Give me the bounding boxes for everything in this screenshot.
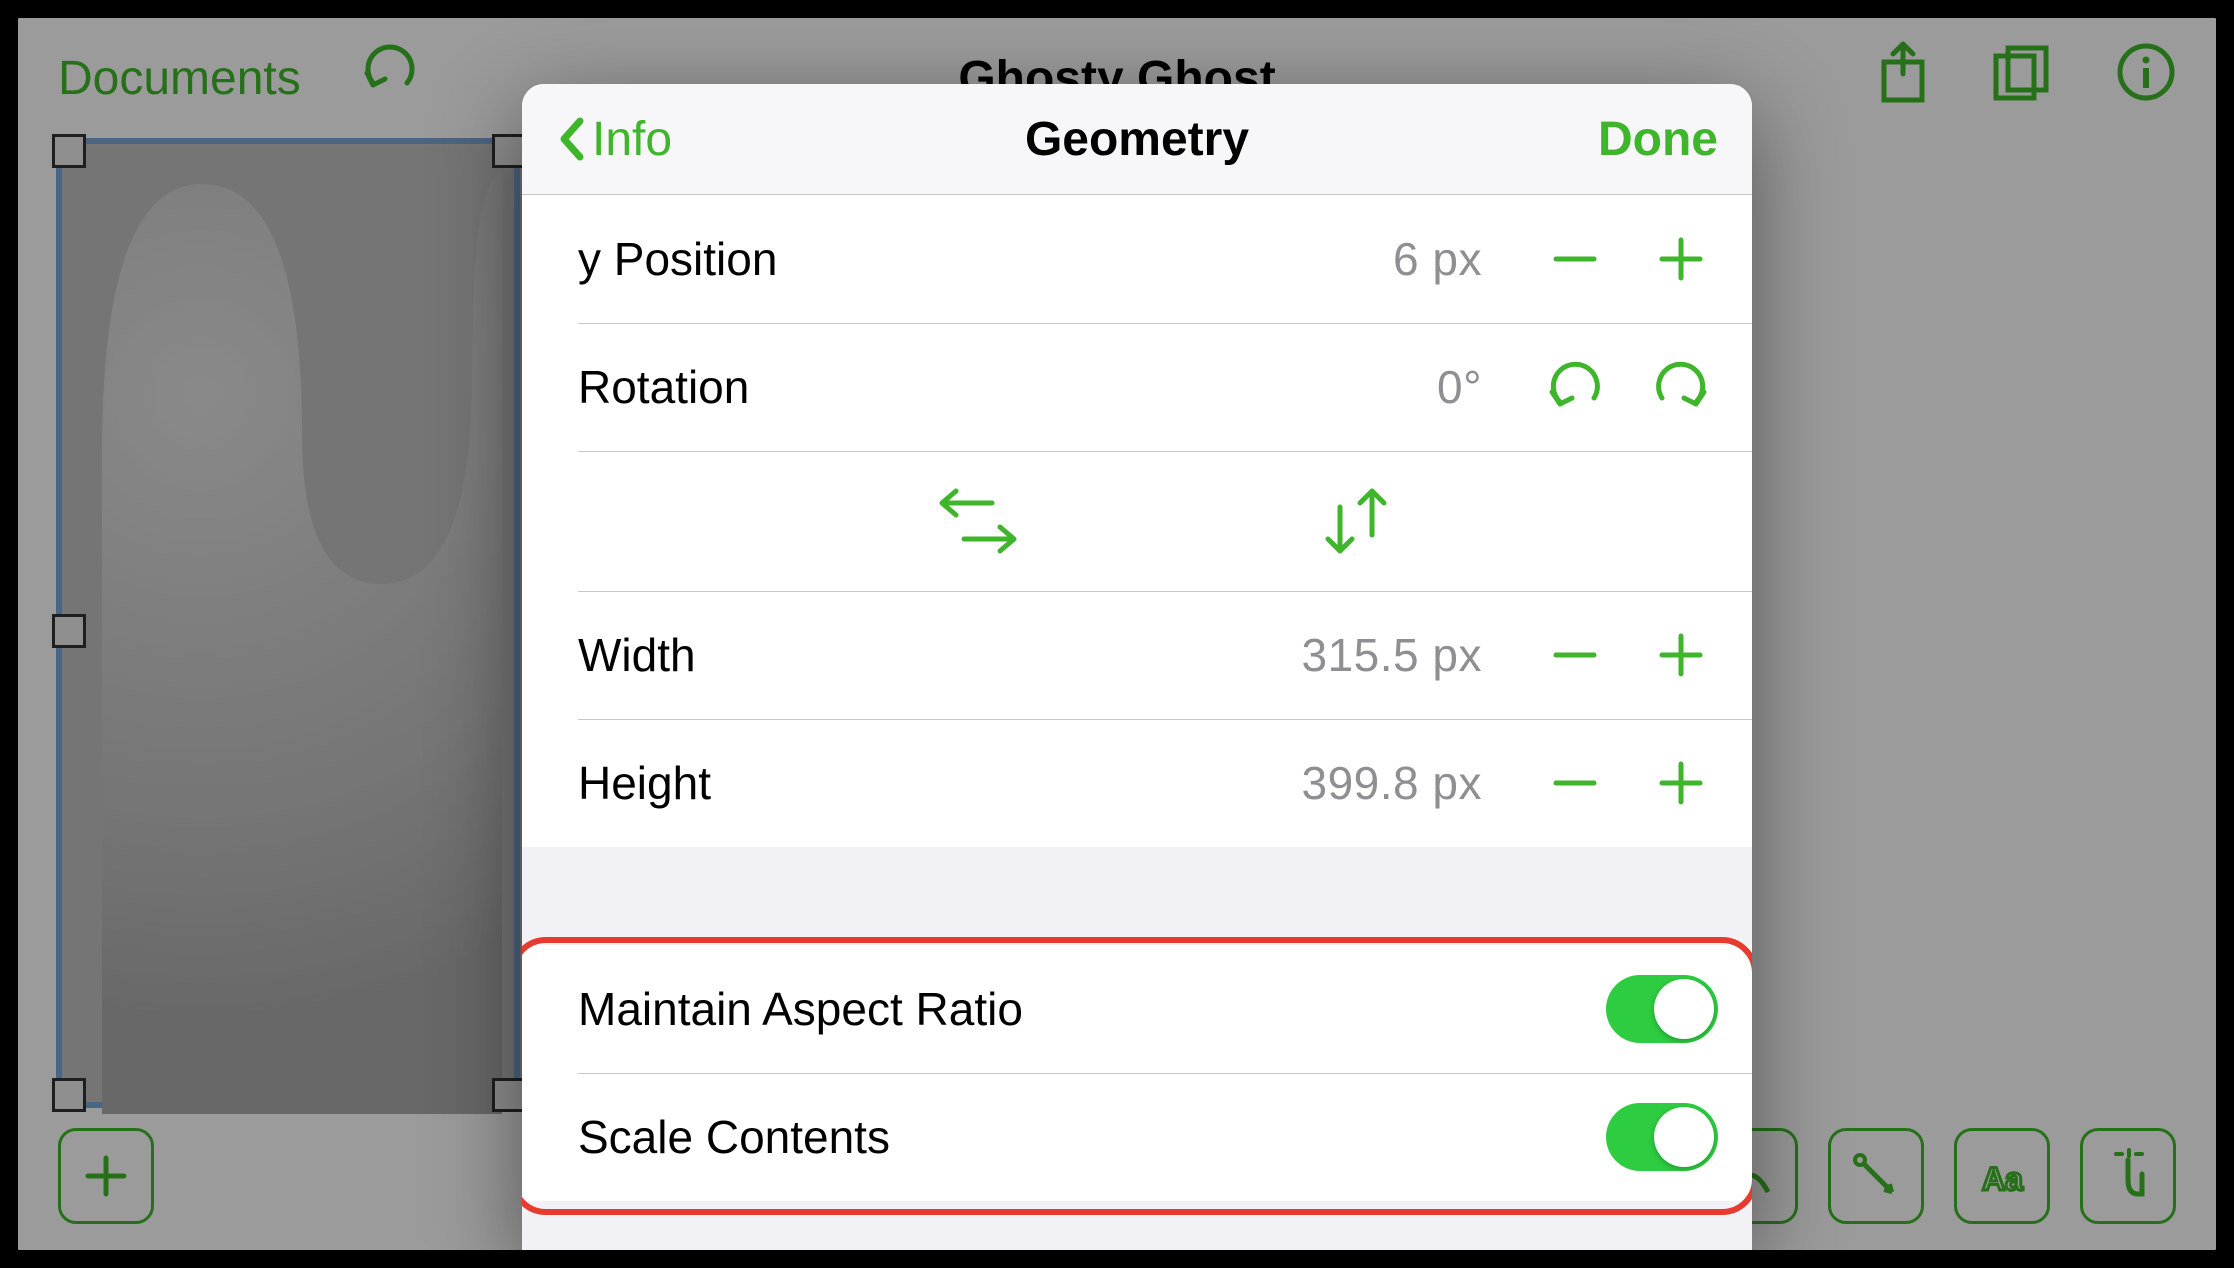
rotate-cw-icon <box>1652 358 1710 416</box>
geometry-inspector-popover: Info Geometry Done y Position 6 px <box>522 84 1752 1250</box>
text-tool-button[interactable]: Aa <box>1954 1128 2050 1224</box>
height-decrement[interactable] <box>1538 746 1612 820</box>
resize-handle-bl[interactable] <box>52 1078 86 1112</box>
resize-handle-ml[interactable] <box>52 614 86 648</box>
row-width: Width 315.5 px <box>522 591 1752 719</box>
popover-header: Info Geometry Done <box>522 84 1752 195</box>
row-y-position: y Position 6 px <box>522 195 1752 323</box>
minus-icon <box>1546 754 1604 812</box>
row-height: Height 399.8 px <box>522 719 1752 847</box>
maintain-aspect-label: Maintain Aspect Ratio <box>578 982 1606 1036</box>
height-increment[interactable] <box>1644 746 1718 820</box>
geometry-list-1: y Position 6 px Rotation 0° <box>522 195 1752 847</box>
rotation-value: 0° <box>1437 360 1482 414</box>
y-position-label: y Position <box>578 232 1393 286</box>
width-decrement[interactable] <box>1538 618 1612 692</box>
plus-icon <box>1652 626 1710 684</box>
row-maintain-aspect: Maintain Aspect Ratio <box>522 945 1752 1073</box>
svg-text:Aa: Aa <box>1982 1161 2023 1197</box>
row-rotation: Rotation 0° <box>522 323 1752 451</box>
minus-icon <box>1546 230 1604 288</box>
add-tool-button[interactable] <box>58 1128 154 1224</box>
y-position-value: 6 px <box>1393 232 1482 286</box>
flip-horizontal-button[interactable] <box>932 484 1024 558</box>
back-button[interactable]: Info <box>556 112 672 167</box>
flip-horizontal-icon <box>932 485 1024 557</box>
touch-tool-button[interactable] <box>2080 1128 2176 1224</box>
row-scale-contents: Scale Contents <box>522 1073 1752 1201</box>
chevron-back-icon <box>556 115 588 163</box>
flip-vertical-icon <box>1316 481 1396 561</box>
resize-handle-tr[interactable] <box>492 134 526 168</box>
plus-icon <box>1652 230 1710 288</box>
scale-contents-toggle[interactable] <box>1606 1103 1718 1171</box>
section-gap <box>522 847 1752 945</box>
rotate-ccw-button[interactable] <box>1538 350 1612 424</box>
scale-contents-label: Scale Contents <box>578 1110 1606 1164</box>
plus-icon <box>1652 754 1710 812</box>
row-flip <box>522 451 1752 591</box>
width-increment[interactable] <box>1644 618 1718 692</box>
height-label: Height <box>578 756 1302 810</box>
y-position-increment[interactable] <box>1644 222 1718 296</box>
popover-title: Geometry <box>522 112 1752 167</box>
y-position-decrement[interactable] <box>1538 222 1612 296</box>
done-button[interactable]: Done <box>1598 112 1718 167</box>
resize-handle-tl[interactable] <box>52 134 86 168</box>
maintain-aspect-toggle[interactable] <box>1606 975 1718 1043</box>
resize-handle-br[interactable] <box>492 1078 526 1112</box>
width-value: 315.5 px <box>1302 628 1482 682</box>
width-label: Width <box>578 628 1302 682</box>
back-label: Info <box>592 112 672 167</box>
line-tool-button[interactable] <box>1828 1128 1924 1224</box>
rotation-label: Rotation <box>578 360 1437 414</box>
rotate-ccw-icon <box>1546 358 1604 416</box>
flip-vertical-button[interactable] <box>1316 484 1396 558</box>
height-value: 399.8 px <box>1302 756 1482 810</box>
geometry-list-2: Maintain Aspect Ratio Scale Contents <box>522 945 1752 1201</box>
minus-icon <box>1546 626 1604 684</box>
rotate-cw-button[interactable] <box>1644 350 1718 424</box>
